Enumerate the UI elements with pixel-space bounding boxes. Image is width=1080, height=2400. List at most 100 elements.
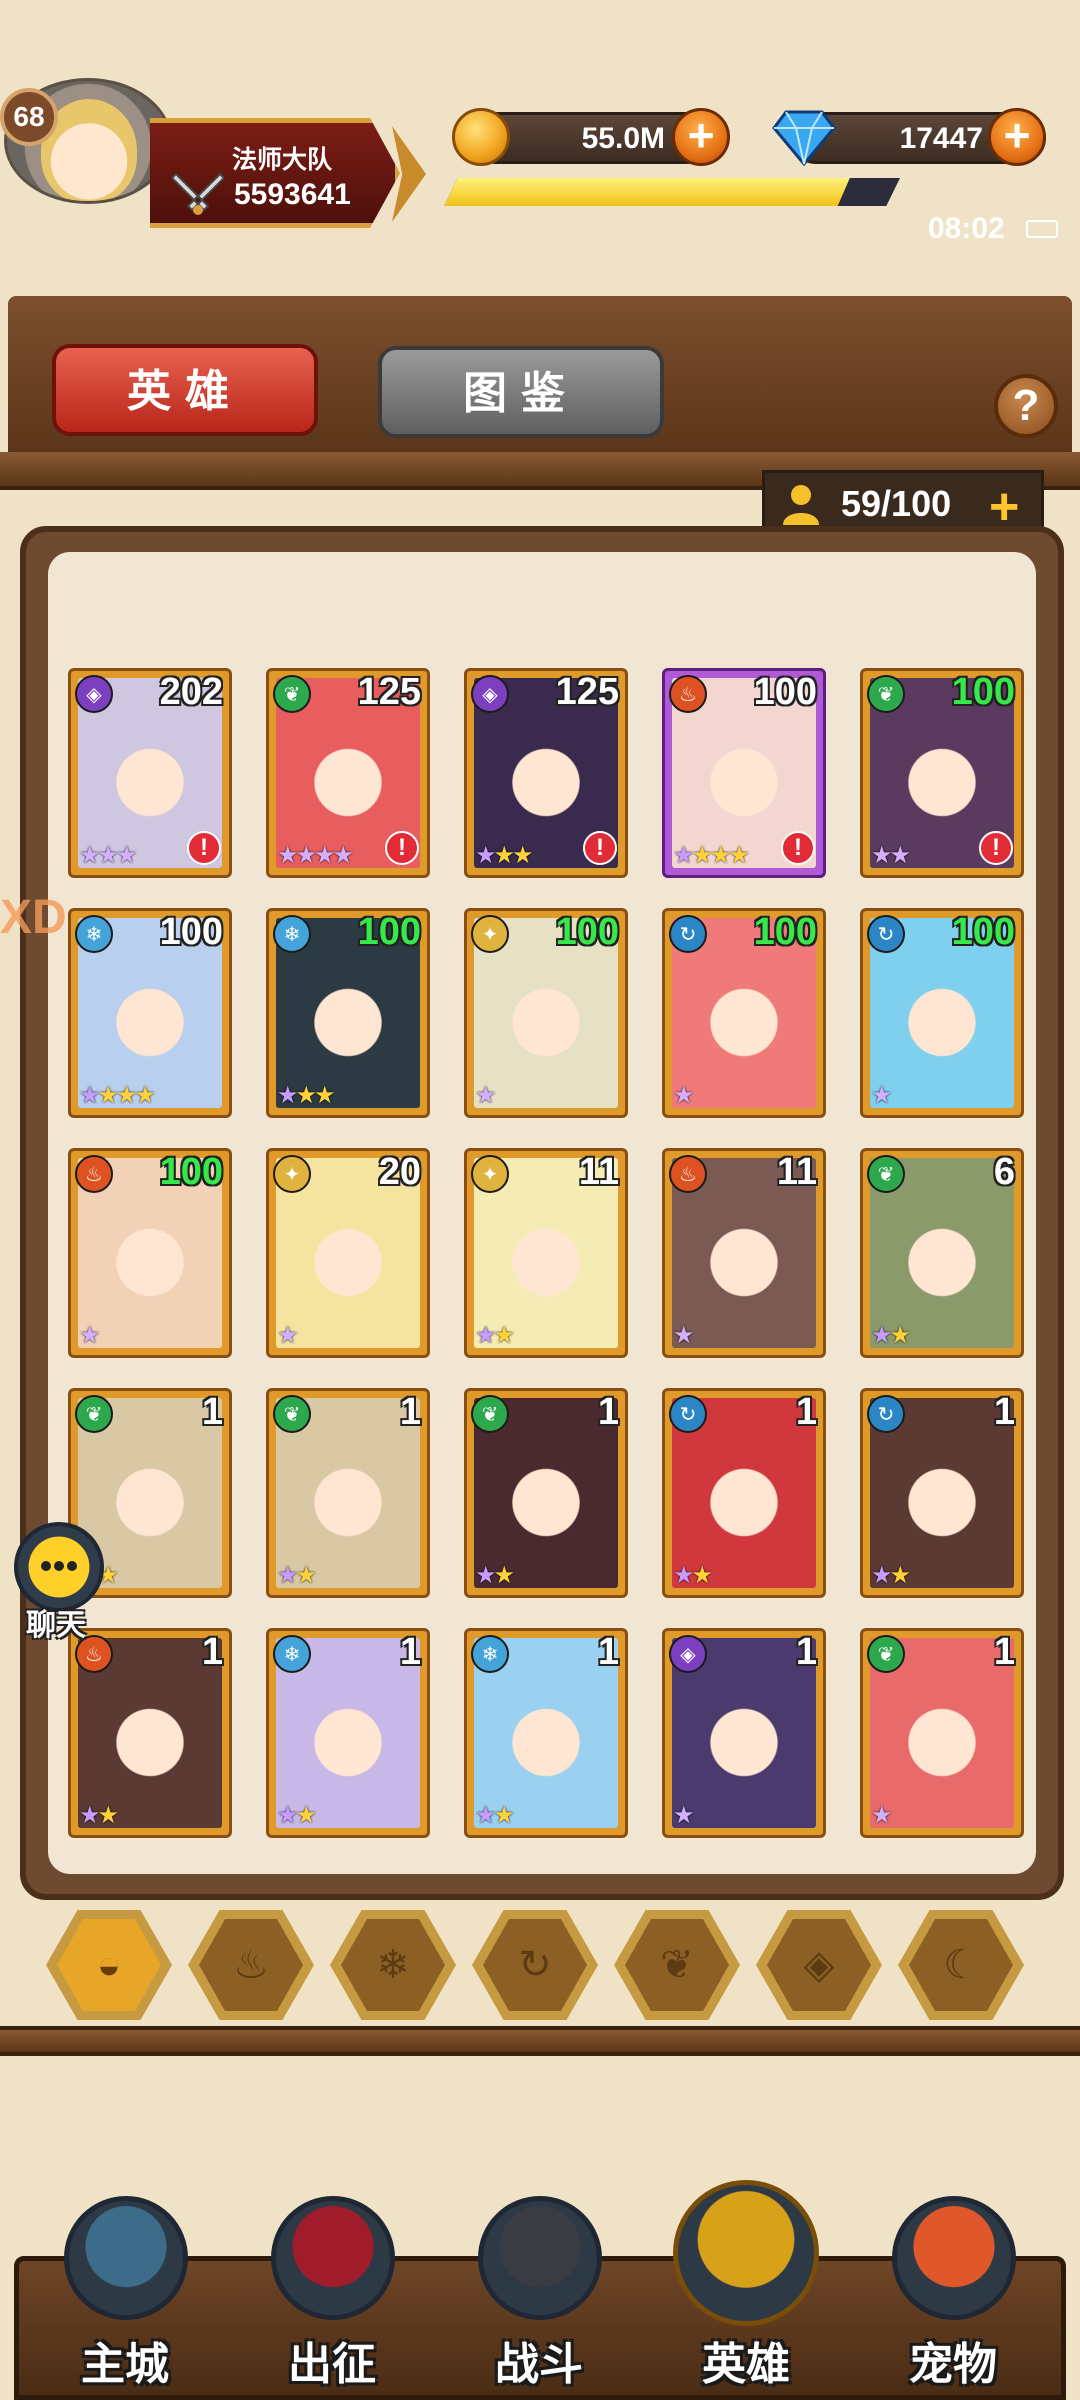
hero-card[interactable]: ↻ 1 ★★	[662, 1388, 826, 1598]
star-icon: ★	[889, 842, 911, 869]
hero-card[interactable]: ♨ 11 ★	[662, 1148, 826, 1358]
star-icon: ★	[475, 842, 496, 869]
filter-nature[interactable]: ❦	[614, 1910, 740, 2020]
chat-button[interactable]	[14, 1522, 104, 1612]
hero-grid[interactable]: ◈ 202 ★★★! ❦ 125 ★★★★! ◈ 125 ★★★! ♨ 100 ★★★★! ❦ 100 ★★…	[48, 552, 1036, 1874]
nav-battle-shield[interactable]: 战斗	[454, 2186, 624, 2400]
battle-shield-icon	[478, 2196, 602, 2320]
hero-stars: ★★	[673, 1561, 713, 1591]
star-icon: ★	[475, 1082, 496, 1109]
player-level-badge: 68	[0, 88, 58, 146]
star-icon: ★	[277, 1562, 298, 1589]
star-icon: ★	[889, 1322, 911, 1349]
gem-amount: 17447	[899, 122, 983, 155]
star-icon: ★	[475, 1562, 496, 1589]
tab-heroes[interactable]: 英雄	[52, 344, 318, 436]
hero-level: 100	[357, 911, 421, 953]
alert-badge-icon: !	[979, 831, 1013, 865]
hero-card[interactable]: ↻ 1 ★★	[860, 1388, 1024, 1598]
hero-card[interactable]: ❄ 100 ★★★	[266, 908, 430, 1118]
hero-level: 6	[993, 1151, 1015, 1193]
hero-card[interactable]: ❦ 6 ★★	[860, 1148, 1024, 1358]
filter-fire[interactable]: ♨	[188, 1910, 314, 2020]
hero-stars: ★★	[871, 1561, 911, 1591]
star-icon: ★	[277, 1322, 298, 1349]
add-gems-button[interactable]: +	[988, 108, 1046, 166]
nature-element-icon: ❦	[867, 1635, 905, 1673]
tab-codex[interactable]: 图鉴	[378, 346, 664, 438]
light-element-icon: ✦	[471, 915, 509, 953]
hero-stars: ★	[277, 1321, 298, 1351]
help-button[interactable]: ?	[994, 374, 1058, 438]
star-icon: ★	[512, 842, 533, 869]
star-icon: ★	[673, 1802, 694, 1829]
nav-dragon-pet[interactable]: 宠物	[868, 2186, 1038, 2400]
hero-level: 1	[399, 1631, 421, 1673]
star-icon: ★	[889, 1562, 911, 1589]
hero-card[interactable]: ↻ 100 ★	[860, 908, 1024, 1118]
nav-castle[interactable]: 主城	[40, 2186, 210, 2400]
hero-card[interactable]: ❄ 1 ★★	[464, 1628, 628, 1838]
hero-level: 1	[795, 1631, 817, 1673]
hero-level: 100	[555, 911, 619, 953]
crossed-swords-icon	[170, 170, 226, 218]
hero-card[interactable]: ❦ 1 ★★	[266, 1388, 430, 1598]
chat-label: 聊天	[26, 1609, 86, 1642]
star-icon: ★	[728, 842, 750, 869]
nav-label: 英雄	[702, 2340, 790, 2389]
hero-card[interactable]: ✦ 100 ★	[464, 908, 628, 1118]
star-icon: ★	[97, 1082, 119, 1109]
hero-card[interactable]: ❦ 1 ★	[860, 1628, 1024, 1838]
hero-card[interactable]: ◈ 125 ★★★!	[464, 668, 628, 878]
hero-card[interactable]: ↻ 100 ★	[662, 908, 826, 1118]
hero-card[interactable]: ❄ 1 ★★	[266, 1628, 430, 1838]
fire-icon: ♨	[199, 1919, 303, 2011]
hero-card[interactable]: ◈ 1 ★	[662, 1628, 826, 1838]
hero-stars: ★★	[277, 1561, 317, 1591]
hero-card[interactable]: ❦ 125 ★★★★!	[266, 668, 430, 878]
person-icon	[781, 483, 821, 525]
star-icon: ★	[295, 1562, 317, 1589]
star-icon: ★	[314, 1082, 335, 1109]
alert-badge-icon: !	[187, 831, 221, 865]
nav-label: 主城	[81, 2340, 169, 2389]
guild-name: 法师大队	[232, 146, 333, 174]
dragon-pet-icon	[892, 2196, 1016, 2320]
star-icon: ★	[691, 1562, 713, 1589]
star-icon: ★	[79, 1322, 100, 1349]
nav-winged-crest[interactable]: 英雄	[661, 2180, 831, 2400]
star-icon: ★	[493, 1322, 515, 1349]
experience-bar	[444, 178, 900, 206]
alert-badge-icon: !	[583, 831, 617, 865]
hero-card[interactable]: ✦ 11 ★★	[464, 1148, 628, 1358]
filter-ice[interactable]: ❄	[330, 1910, 456, 2020]
hero-card[interactable]: ♨ 100 ★★★★!	[662, 668, 826, 878]
star-icon: ★	[79, 1802, 100, 1829]
add-gold-button[interactable]: +	[672, 108, 730, 166]
hero-stars: ★	[79, 1321, 100, 1351]
hero-card[interactable]: ✦ 20 ★	[266, 1148, 430, 1358]
filter-all[interactable]: ◒	[46, 1910, 172, 2020]
hero-level: 125	[555, 671, 619, 713]
hero-card[interactable]: ❦ 100 ★★!	[860, 668, 1024, 878]
filter-arcane[interactable]: ◈	[756, 1910, 882, 2020]
star-icon: ★	[116, 1082, 137, 1109]
hero-stars: ★★★★	[673, 841, 750, 871]
star-icon: ★	[295, 1802, 317, 1829]
hero-card[interactable]: ♨ 100 ★	[68, 1148, 232, 1358]
star-icon: ★	[673, 1562, 694, 1589]
hero-stars: ★	[475, 1081, 496, 1111]
hero-stars: ★★	[475, 1561, 515, 1591]
hero-level: 1	[795, 1391, 817, 1433]
hero-card[interactable]: ♨ 1 ★★	[68, 1628, 232, 1838]
hero-card[interactable]: ◈ 202 ★★★!	[68, 668, 232, 878]
star-icon: ★	[475, 1322, 496, 1349]
nav-portal[interactable]: 出征	[247, 2186, 417, 2400]
hero-level: 100	[159, 1151, 223, 1193]
hero-card[interactable]: ❦ 1 ★★	[464, 1388, 628, 1598]
hero-stars: ★	[673, 1321, 694, 1351]
ice-element-icon: ❄	[273, 1635, 311, 1673]
hero-card[interactable]: ❄ 100 ★★★★	[68, 908, 232, 1118]
filter-moon[interactable]: ☾	[898, 1910, 1024, 2020]
filter-wind[interactable]: ↻	[472, 1910, 598, 2020]
